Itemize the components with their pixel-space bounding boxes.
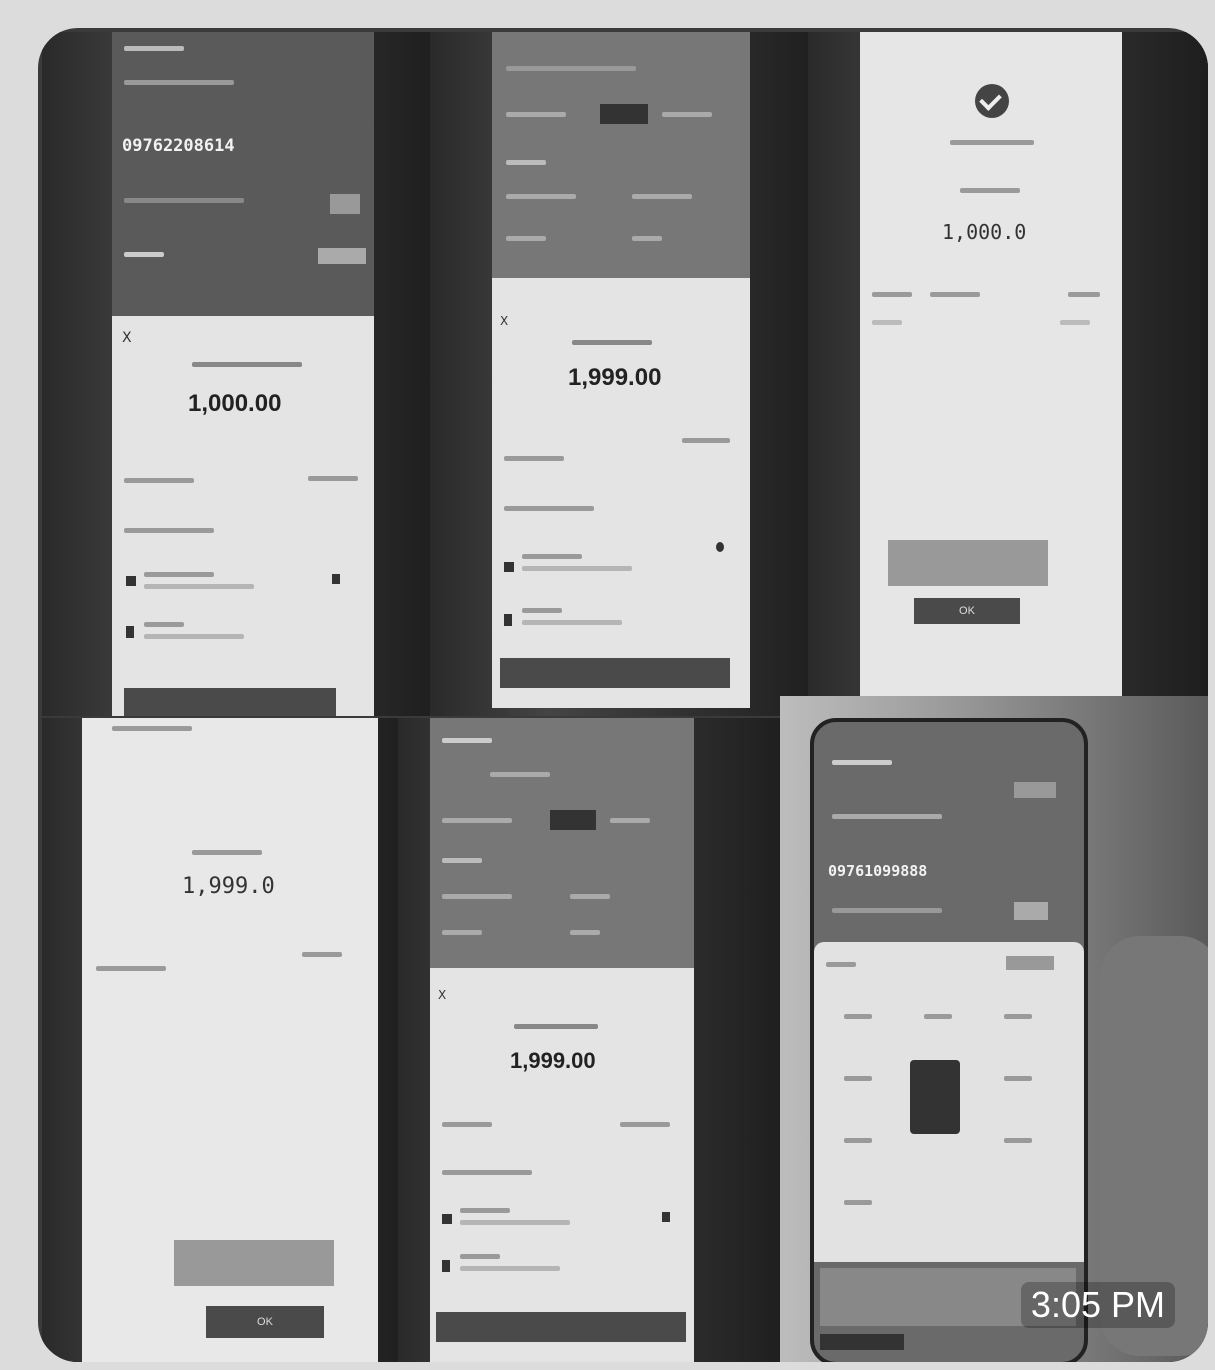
screenshot-3: 1,000.0 OK [808,32,1208,696]
screenshot-4: 1,999.0 OK [42,718,412,1362]
promo-banner[interactable] [174,1240,334,1286]
sheet-action-button[interactable] [1006,956,1054,970]
amount-option-selected[interactable] [910,1060,960,1134]
photo-timestamp: 3:05 PM [1020,1282,1175,1328]
payment-amount: 1,999.00 [568,364,662,391]
app-header [492,32,750,282]
tab-selected[interactable] [600,104,648,124]
tab-selected[interactable] [550,810,596,830]
phone-screen-4: 1,999.0 OK [82,718,378,1362]
phone-screen-2: X 1,999.00 [492,32,750,708]
payment-sheet: X 1,000.00 [112,316,374,716]
close-icon[interactable]: X [500,314,508,328]
payment-amount: 1,999.00 [510,1048,596,1073]
bank-icon [442,1260,450,1272]
payment-sheet: X 1,999.00 [492,278,750,708]
close-icon[interactable]: X [438,988,446,1002]
radio-selected-icon[interactable] [662,1212,670,1222]
header-tab-button[interactable] [1014,902,1048,920]
wallet-icon [126,576,136,586]
header-action-button[interactable] [1014,782,1056,798]
screenshot-5: X 1,999.00 [398,718,788,1362]
amount-sheet [814,942,1084,1262]
phone-screen-3: 1,000.0 OK [860,32,1122,696]
phone-number: 09762208614 [122,136,235,156]
phone-number: 09761099888 [828,862,928,880]
collage-frame: 09762208614 X 1,000.00 X 1,999.00 1,000.… [38,28,1208,1362]
ok-button[interactable]: OK [914,598,1020,624]
app-header [430,718,694,974]
close-icon[interactable]: X [122,330,132,346]
payment-amount: 1,000.00 [188,390,282,417]
ok-button[interactable]: OK [206,1306,324,1338]
payment-amount: 1,000.0 [942,220,1027,244]
payment-amount: 1,999.0 [182,874,275,899]
pay-button[interactable] [500,658,730,688]
payment-sheet: X 1,999.00 [430,968,694,1362]
screenshot-2: X 1,999.00 [430,32,826,716]
header-action-button[interactable] [330,194,360,214]
promo-banner[interactable] [888,540,1048,586]
phone-screen-6: 09761099888 [810,718,1088,1362]
screenshot-6: 09761099888 [780,696,1208,1362]
app-header: 09762208614 [112,32,374,322]
pay-button[interactable] [124,688,336,716]
screenshot-1: 09762208614 X 1,000.00 [42,32,438,716]
radio-selected-icon[interactable] [716,542,724,552]
bank-icon [126,626,134,638]
wallet-icon [504,562,514,572]
pay-button[interactable] [436,1312,686,1342]
radio-selected-icon[interactable] [332,574,340,584]
wallet-icon [442,1214,452,1224]
success-check-icon [975,84,1009,118]
phone-screen-5: X 1,999.00 [430,718,694,1362]
bottom-nav-button[interactable] [820,1334,904,1350]
phone-screen-1: 09762208614 X 1,000.00 [112,32,374,716]
bank-icon [504,614,512,626]
header-tab-button[interactable] [318,248,366,264]
